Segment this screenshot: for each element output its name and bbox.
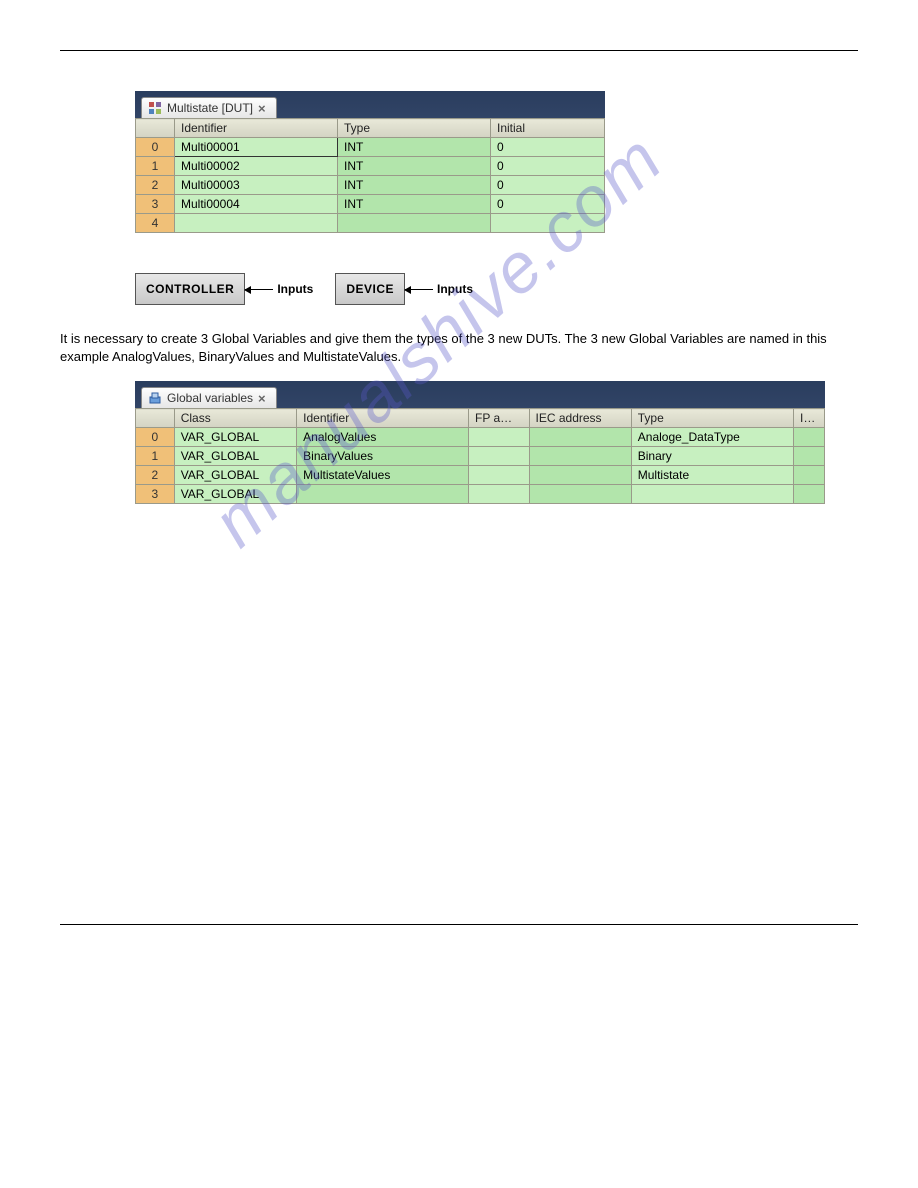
tabbar: Global variables × (135, 381, 825, 408)
cell-type[interactable]: Binary (631, 447, 793, 466)
table-row[interactable]: 3 Multi00004 INT 0 (136, 195, 605, 214)
arrow-left-wrap-2 (405, 289, 433, 290)
cell-fpa[interactable] (469, 466, 530, 485)
table-row[interactable]: 2 Multi00003 INT 0 (136, 176, 605, 195)
col-iec-address[interactable]: IEC address (529, 409, 631, 428)
cell-iec[interactable] (529, 447, 631, 466)
inputs-label-2: Inputs (437, 282, 473, 296)
cell-identifier[interactable] (175, 214, 338, 233)
table-row[interactable]: 0 VAR_GLOBAL AnalogValues Analoge_DataTy… (136, 428, 825, 447)
arrow-left-icon (405, 289, 433, 290)
cell-identifier[interactable]: Multi00001 (175, 138, 338, 157)
row-number: 1 (136, 157, 175, 176)
cell-type[interactable]: Multistate (631, 466, 793, 485)
cell-type[interactable]: INT (338, 157, 491, 176)
tab-global-variables[interactable]: Global variables × (141, 387, 277, 408)
col-fpa[interactable]: FP a… (469, 409, 530, 428)
cell-type[interactable] (338, 214, 491, 233)
cell-fpa[interactable] (469, 485, 530, 504)
rownum-header (136, 119, 175, 138)
cell-type[interactable]: Analoge_DataType (631, 428, 793, 447)
close-icon[interactable]: × (258, 392, 266, 405)
row-number: 3 (136, 195, 175, 214)
cell-initial[interactable]: 0 (491, 176, 605, 195)
cell-iec[interactable] (529, 428, 631, 447)
header-row: Class Identifier FP a… IEC address Type … (136, 409, 825, 428)
cell-i[interactable] (794, 428, 825, 447)
table-row[interactable]: 0 Multi00001 INT 0 (136, 138, 605, 157)
row-number: 4 (136, 214, 175, 233)
row-number: 0 (136, 138, 175, 157)
cell-type[interactable]: INT (338, 176, 491, 195)
device-block: DEVICE (335, 273, 405, 305)
col-identifier[interactable]: Identifier (297, 409, 469, 428)
cell-initial[interactable]: 0 (491, 157, 605, 176)
arrow-left-icon (245, 289, 273, 290)
close-icon[interactable]: × (258, 102, 266, 115)
cell-initial[interactable] (491, 214, 605, 233)
cell-identifier[interactable] (297, 485, 469, 504)
cell-initial[interactable]: 0 (491, 195, 605, 214)
bottom-rule (60, 924, 858, 925)
tab-label: Multistate [DUT] (167, 101, 253, 115)
col-type[interactable]: Type (631, 409, 793, 428)
cell-identifier[interactable]: Multi00004 (175, 195, 338, 214)
cell-iec[interactable] (529, 485, 631, 504)
arrow-left-wrap (245, 289, 273, 290)
cell-type[interactable]: INT (338, 195, 491, 214)
cell-identifier[interactable]: BinaryValues (297, 447, 469, 466)
table-row[interactable]: 1 VAR_GLOBAL BinaryValues Binary (136, 447, 825, 466)
controller-block: CONTROLLER (135, 273, 245, 305)
global-variables-panel: Global variables × Class Identifier FP a… (135, 381, 825, 504)
table-row[interactable]: 4 (136, 214, 605, 233)
header-row: Identifier Type Initial (136, 119, 605, 138)
globals-icon (148, 391, 162, 405)
table-row[interactable]: 2 VAR_GLOBAL MultistateValues Multistate (136, 466, 825, 485)
cell-initial[interactable]: 0 (491, 138, 605, 157)
inputs-label-1: Inputs (277, 282, 313, 296)
cell-iec[interactable] (529, 466, 631, 485)
col-type[interactable]: Type (338, 119, 491, 138)
cell-identifier[interactable]: AnalogValues (297, 428, 469, 447)
cell-identifier[interactable]: Multi00002 (175, 157, 338, 176)
cell-i[interactable] (794, 466, 825, 485)
row-number: 0 (136, 428, 175, 447)
cell-i[interactable] (794, 485, 825, 504)
multistate-table: Identifier Type Initial 0 Multi00001 INT… (135, 118, 605, 233)
tabbar: Multistate [DUT] × (135, 91, 605, 118)
col-identifier[interactable]: Identifier (175, 119, 338, 138)
multistate-dut-panel: Multistate [DUT] × Identifier Type Initi… (135, 91, 605, 233)
grid-icon (148, 101, 162, 115)
cell-type[interactable]: INT (338, 138, 491, 157)
cell-i[interactable] (794, 447, 825, 466)
rownum-header (136, 409, 175, 428)
tab-label: Global variables (167, 391, 253, 405)
table-row[interactable]: 1 Multi00002 INT 0 (136, 157, 605, 176)
cell-identifier[interactable]: MultistateValues (297, 466, 469, 485)
top-rule (60, 50, 858, 51)
cell-class[interactable]: VAR_GLOBAL (174, 428, 296, 447)
col-initial[interactable]: Initial (491, 119, 605, 138)
cell-fpa[interactable] (469, 428, 530, 447)
row-number: 1 (136, 447, 175, 466)
col-class[interactable]: Class (174, 409, 296, 428)
cell-type[interactable] (631, 485, 793, 504)
row-number: 3 (136, 485, 175, 504)
globals-table: Class Identifier FP a… IEC address Type … (135, 408, 825, 504)
table-row[interactable]: 3 VAR_GLOBAL (136, 485, 825, 504)
row-number: 2 (136, 466, 175, 485)
cell-identifier[interactable]: Multi00003 (175, 176, 338, 195)
col-i[interactable]: I… (794, 409, 825, 428)
body-paragraph: It is necessary to create 3 Global Varia… (60, 330, 858, 366)
row-number: 2 (136, 176, 175, 195)
cell-class[interactable]: VAR_GLOBAL (174, 485, 296, 504)
cell-fpa[interactable] (469, 447, 530, 466)
cell-class[interactable]: VAR_GLOBAL (174, 466, 296, 485)
controller-device-diagram: CONTROLLER Inputs DEVICE Inputs (135, 273, 783, 305)
tab-multistate-dut[interactable]: Multistate [DUT] × (141, 97, 277, 118)
cell-class[interactable]: VAR_GLOBAL (174, 447, 296, 466)
